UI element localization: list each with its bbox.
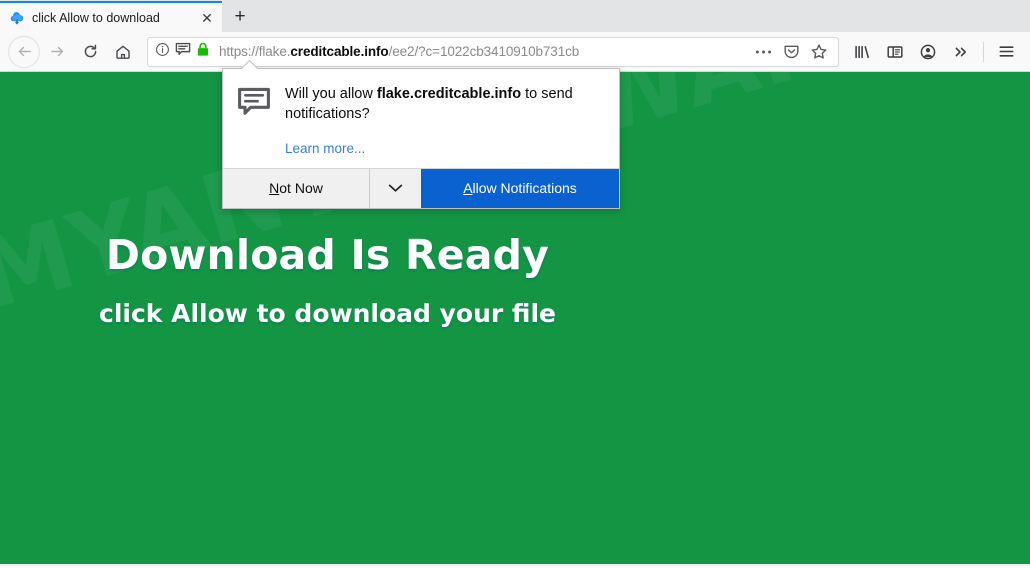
notification-permission-popup: Will you allow flake.creditcable.info to… (222, 68, 620, 209)
toolbar-right-group (846, 36, 1022, 68)
urlbar-actions (750, 39, 832, 65)
tab-strip: click Allow to download ✕ + (0, 0, 1030, 32)
browser-window: click Allow to download ✕ + https://flak… (0, 0, 1030, 568)
reload-icon[interactable] (74, 36, 106, 68)
cloud-upload-icon (9, 10, 25, 26)
sidebar-icon[interactable] (879, 36, 911, 68)
permission-question: Will you allow flake.creditcable.info to… (285, 85, 603, 125)
learn-more-link[interactable]: Learn more... (285, 141, 603, 156)
popup-button-row: Not Now Allow Notifications (223, 167, 619, 208)
url-domain: creditcable.info (290, 44, 389, 59)
star-icon[interactable] (806, 39, 832, 65)
navigation-toolbar: https://flake.creditcable.info/ee2/?c=10… (0, 32, 1030, 72)
url-suffix: /ee2/?c=1022cb3410910b731cb (388, 44, 580, 59)
tab-title: click Allow to download (32, 10, 160, 25)
allow-accesskey: A (463, 180, 473, 197)
hamburger-menu-icon[interactable] (990, 36, 1022, 68)
pocket-icon[interactable] (778, 39, 804, 65)
overflow-chevrons-icon[interactable] (945, 36, 977, 68)
page-title: Download Is Ready (105, 231, 550, 279)
home-icon[interactable] (107, 36, 139, 68)
identity-box[interactable] (155, 42, 210, 62)
url-prefix: https://flake. (219, 44, 291, 59)
notification-bubble-icon (237, 85, 271, 156)
back-arrow-icon[interactable] (8, 35, 40, 68)
info-icon[interactable] (155, 42, 170, 62)
close-icon[interactable]: ✕ (198, 9, 216, 27)
question-domain: flake.creditcable.info (376, 86, 522, 102)
question-prefix: Will you allow (285, 86, 377, 102)
padlock-icon[interactable] (196, 42, 210, 62)
notification-bubble-icon[interactable] (175, 42, 191, 62)
not-now-button[interactable]: Not Now (223, 168, 369, 208)
browser-tab[interactable]: click Allow to download ✕ (0, 1, 222, 32)
allow-label: llow Notifications (472, 180, 577, 197)
popup-texts: Will you allow flake.creditcable.info to… (285, 85, 603, 156)
url-text[interactable]: https://flake.creditcable.info/ee2/?c=10… (219, 44, 750, 59)
allow-notifications-button[interactable]: Allow Notifications (421, 168, 619, 208)
toolbar-divider (983, 41, 984, 62)
forward-arrow-icon[interactable] (41, 36, 73, 68)
popup-arrow (241, 60, 258, 69)
popup-body: Will you allow flake.creditcable.info to… (223, 69, 619, 168)
page-actions-icon[interactable] (750, 39, 776, 65)
page-subtitle: click Allow to download your file (99, 299, 556, 329)
new-tab-button[interactable]: + (222, 1, 258, 32)
account-icon[interactable] (912, 36, 944, 68)
not-now-accesskey: N (269, 180, 280, 197)
chevron-down-icon[interactable] (369, 168, 421, 208)
not-now-label: ot Now (279, 180, 323, 197)
library-icon[interactable] (846, 36, 878, 68)
